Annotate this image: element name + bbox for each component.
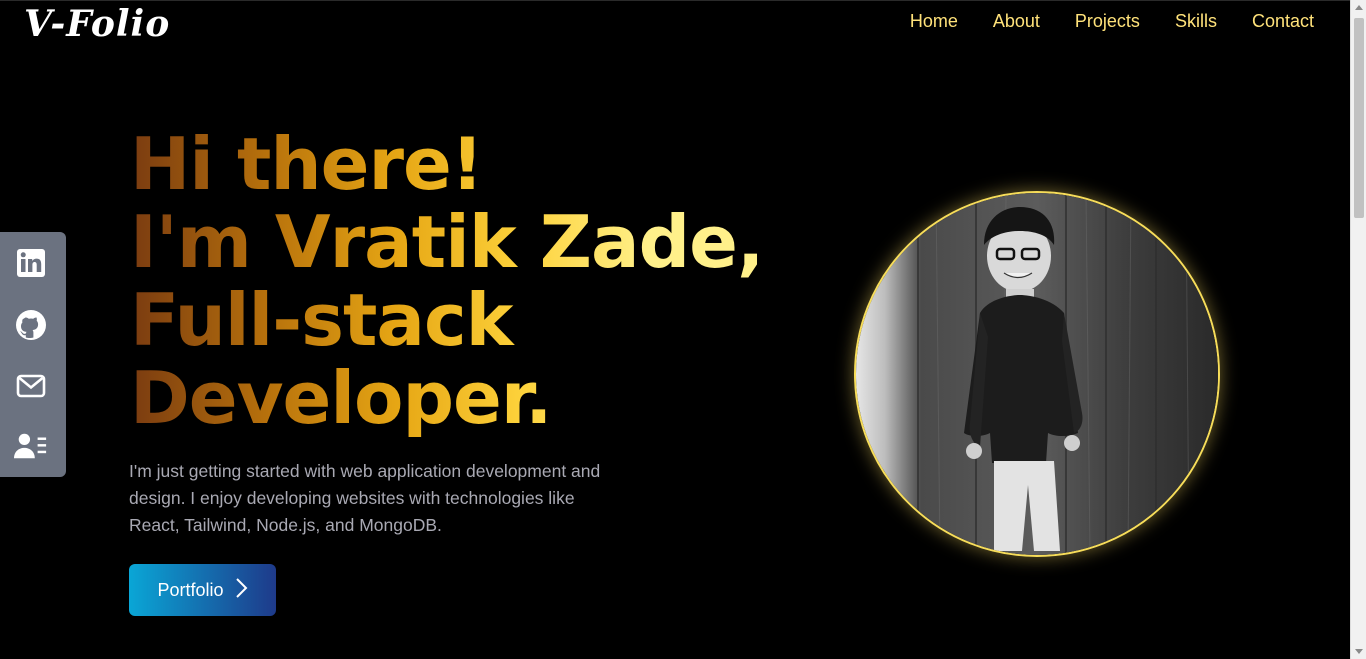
github-icon[interactable] xyxy=(14,308,48,342)
hero-line-4: Developer. xyxy=(130,356,552,440)
intro-text: I'm just getting started with web applic… xyxy=(129,461,601,535)
nav-skills[interactable]: Skills xyxy=(1175,11,1217,32)
nav-contact[interactable]: Contact xyxy=(1252,11,1314,32)
profile-photo xyxy=(854,191,1220,557)
hero-heading: Hi there! I'm Vratik Zade, Full-stack De… xyxy=(130,125,763,437)
scroll-up-arrow-icon[interactable] xyxy=(1355,5,1363,10)
logo[interactable]: V-Folio xyxy=(24,3,170,45)
hero-line-2: I'm Vratik Zade, xyxy=(130,200,764,284)
vertical-scrollbar[interactable] xyxy=(1350,0,1366,659)
nav-about[interactable]: About xyxy=(993,11,1040,32)
chevron-right-icon xyxy=(234,577,248,604)
contact-card-icon[interactable] xyxy=(14,429,48,463)
social-sidebar xyxy=(0,232,66,477)
hero-line-1: Hi there! xyxy=(130,122,483,206)
linkedin-icon[interactable] xyxy=(14,246,48,280)
portfolio-button-label: Portfolio xyxy=(157,579,224,600)
mail-icon[interactable] xyxy=(14,369,48,403)
hero-line-3: Full-stack xyxy=(130,278,513,362)
nav-home[interactable]: Home xyxy=(910,11,958,32)
portfolio-button[interactable]: Portfolio xyxy=(129,564,276,616)
nav-projects[interactable]: Projects xyxy=(1075,11,1140,32)
page: V-Folio Home About Projects Skills Conta… xyxy=(0,0,1350,659)
scroll-down-arrow-icon[interactable] xyxy=(1355,649,1363,654)
scrollbar-thumb[interactable] xyxy=(1354,18,1364,218)
main-nav: Home About Projects Skills Contact xyxy=(910,11,1314,32)
